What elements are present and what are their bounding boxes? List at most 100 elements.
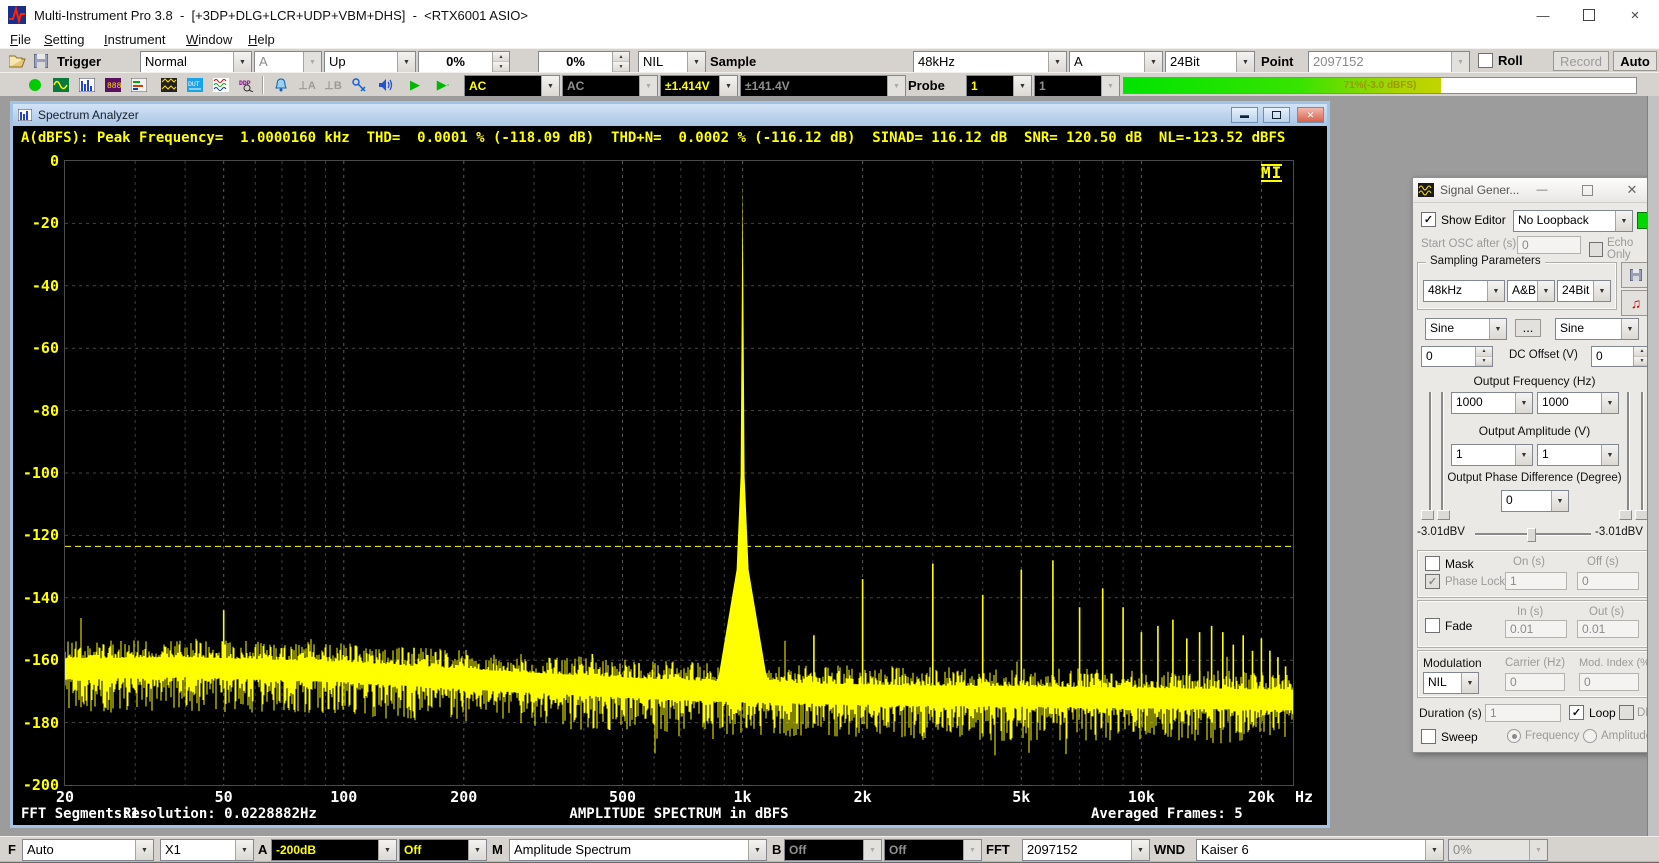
chevron-down-icon[interactable] bbox=[687, 52, 705, 72]
siggen-rate-combo[interactable]: 48kHz bbox=[1423, 280, 1505, 302]
chevron-down-icon[interactable] bbox=[233, 52, 251, 72]
spectrum-window-titlebar[interactable]: Spectrum Analyzer bbox=[13, 104, 1327, 126]
trigger-edge-combo[interactable]: Up bbox=[324, 51, 416, 73]
ddp-viewer-icon[interactable]: DDP bbox=[238, 76, 256, 94]
freq-slider-b-handle[interactable] bbox=[1619, 510, 1632, 520]
siggen-channels-combo[interactable]: A&B bbox=[1507, 280, 1555, 302]
a-range-combo[interactable]: -200dB bbox=[271, 839, 397, 861]
mask-checkbox[interactable]: Mask bbox=[1425, 556, 1474, 571]
chevron-down-icon[interactable] bbox=[1593, 281, 1610, 301]
menu-help[interactable]: Help bbox=[244, 31, 279, 48]
trigger-level-spinner[interactable]: 0%▲▼ bbox=[418, 51, 510, 73]
chevron-down-icon[interactable] bbox=[235, 840, 253, 860]
maximize-icon[interactable] bbox=[1566, 0, 1612, 30]
trigger-mode-combo[interactable]: Normal bbox=[140, 51, 252, 73]
minimize-icon[interactable]: — bbox=[1520, 0, 1566, 30]
show-editor-checkbox[interactable]: Show Editor bbox=[1421, 212, 1506, 227]
chevron-down-icon[interactable] bbox=[1489, 319, 1506, 339]
x-multiplier-combo[interactable]: X1 bbox=[160, 839, 254, 861]
sound-device-icon[interactable] bbox=[376, 76, 394, 94]
save-icon[interactable] bbox=[32, 52, 50, 70]
chevron-down-icon[interactable] bbox=[719, 76, 737, 96]
more-options-button[interactable]: ... bbox=[1515, 319, 1541, 337]
chevron-down-icon[interactable] bbox=[1144, 52, 1162, 72]
open-file-icon[interactable] bbox=[8, 52, 26, 70]
a-shift-combo[interactable]: Off bbox=[399, 839, 487, 861]
spectrum-3d-plot-icon[interactable] bbox=[212, 76, 230, 94]
bit-depth-combo[interactable]: 24Bit bbox=[1165, 51, 1255, 73]
roll-checkbox[interactable]: Roll bbox=[1478, 53, 1523, 68]
sample-channel-combo[interactable]: A bbox=[1069, 51, 1163, 73]
chevron-down-icon[interactable] bbox=[1048, 52, 1066, 72]
panel-maximize-icon[interactable] bbox=[1573, 180, 1601, 200]
chevron-down-icon[interactable] bbox=[1515, 445, 1532, 465]
chevron-down-icon[interactable] bbox=[1131, 840, 1149, 860]
frequency-range-combo[interactable]: Auto bbox=[22, 839, 154, 861]
close-icon[interactable]: × bbox=[1612, 0, 1658, 30]
waveform-b-combo[interactable]: Sine bbox=[1555, 318, 1639, 340]
menu-setting[interactable]: Setting bbox=[40, 31, 88, 48]
fft-size-combo[interactable]: 2097152 bbox=[1022, 839, 1150, 861]
coupling-a-combo[interactable]: AC bbox=[464, 75, 560, 97]
bell-icon[interactable] bbox=[272, 76, 290, 94]
chevron-down-icon[interactable] bbox=[1013, 76, 1031, 96]
window-function-combo[interactable]: Kaiser 6 bbox=[1196, 839, 1444, 861]
dual-display-icon[interactable] bbox=[160, 76, 178, 94]
phase-combo[interactable]: 0 bbox=[1501, 490, 1569, 512]
freq-slider-b-left[interactable] bbox=[1627, 392, 1630, 514]
probe-calibration-icon[interactable] bbox=[350, 76, 368, 94]
freq-slider-a2-handle[interactable] bbox=[1437, 510, 1450, 520]
freq-slider-b-right[interactable] bbox=[1641, 392, 1644, 514]
oscilloscope-icon[interactable] bbox=[52, 76, 70, 94]
chevron-down-icon[interactable] bbox=[378, 840, 396, 860]
run-once-icon[interactable]: ▶ bbox=[406, 76, 424, 94]
freq-slider-a-right[interactable] bbox=[1441, 392, 1444, 514]
child-maximize-icon[interactable] bbox=[1263, 107, 1290, 123]
sweep-checkbox[interactable]: Sweep bbox=[1421, 729, 1478, 744]
run-loop-icon[interactable]: ▶◦ bbox=[434, 76, 452, 94]
chevron-down-icon[interactable] bbox=[748, 840, 766, 860]
chevron-down-icon[interactable] bbox=[1621, 319, 1638, 339]
dc-offset-a-spinner[interactable]: 0▲▼ bbox=[1421, 346, 1493, 367]
child-minimize-icon[interactable]: ▬ bbox=[1231, 107, 1258, 123]
chevron-down-icon[interactable] bbox=[468, 840, 486, 860]
chevron-down-icon[interactable] bbox=[1425, 840, 1443, 860]
loop-checkbox[interactable]: Loop bbox=[1569, 705, 1616, 720]
panel-minimize-icon[interactable]: — bbox=[1528, 180, 1556, 200]
amplitude-a-combo[interactable]: 1 bbox=[1451, 444, 1533, 466]
chevron-down-icon[interactable] bbox=[135, 840, 153, 860]
chevron-down-icon[interactable] bbox=[1615, 211, 1632, 231]
chevron-down-icon[interactable] bbox=[1601, 445, 1618, 465]
spectrum-plot[interactable] bbox=[65, 161, 1293, 785]
chevron-down-icon[interactable] bbox=[1537, 281, 1554, 301]
chevron-down-icon[interactable] bbox=[1236, 52, 1254, 72]
trigger-delay-spinner[interactable]: 0%▲▼ bbox=[538, 51, 630, 73]
loopback-combo[interactable]: No Loopback bbox=[1513, 210, 1633, 232]
fade-checkbox[interactable]: Fade bbox=[1425, 618, 1472, 633]
chevron-down-icon[interactable] bbox=[1515, 393, 1532, 413]
modulation-type-combo[interactable]: NIL bbox=[1423, 672, 1479, 694]
chevron-down-icon[interactable] bbox=[1601, 393, 1618, 413]
chevron-down-icon[interactable] bbox=[397, 52, 415, 72]
waveform-a-combo[interactable]: Sine bbox=[1425, 318, 1507, 340]
panel-close-icon[interactable]: ✕ bbox=[1618, 180, 1646, 200]
probe-a-combo[interactable]: 1 bbox=[966, 75, 1032, 97]
menu-instrument[interactable]: Instrument bbox=[100, 31, 169, 48]
frequency-b-combo[interactable]: 1000 bbox=[1537, 392, 1619, 414]
multimeter-icon[interactable]: 888 bbox=[104, 76, 122, 94]
device-under-test-icon[interactable]: DUT bbox=[186, 76, 204, 94]
view-mode-combo[interactable]: Amplitude Spectrum bbox=[509, 839, 767, 861]
freq-slider-a-handle[interactable] bbox=[1421, 510, 1434, 520]
menu-file[interactable]: File bbox=[6, 31, 35, 48]
amplitude-b-combo[interactable]: 1 bbox=[1537, 444, 1619, 466]
auto-button[interactable]: Auto bbox=[1613, 51, 1657, 71]
chevron-down-icon[interactable] bbox=[1487, 281, 1504, 301]
trigger-hpf-combo[interactable]: NIL bbox=[638, 51, 706, 73]
sample-rate-combo[interactable]: 48kHz bbox=[913, 51, 1067, 73]
amplitude-slider-handle[interactable] bbox=[1527, 528, 1536, 542]
chevron-down-icon[interactable] bbox=[1551, 491, 1568, 511]
frequency-a-combo[interactable]: 1000 bbox=[1451, 392, 1533, 414]
menu-window[interactable]: Window bbox=[182, 31, 236, 48]
chevron-down-icon[interactable] bbox=[1461, 673, 1478, 693]
chevron-down-icon[interactable] bbox=[541, 76, 559, 96]
